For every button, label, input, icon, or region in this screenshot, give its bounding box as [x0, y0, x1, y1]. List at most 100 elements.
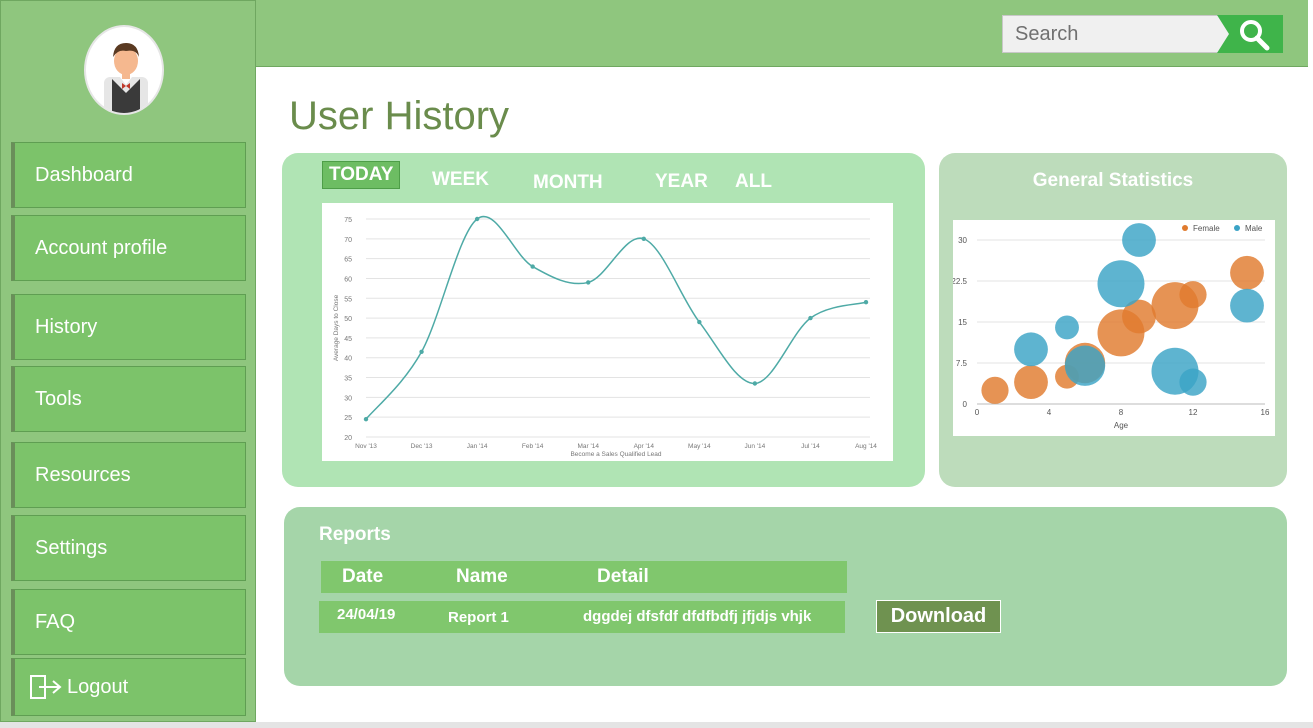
column-header-name: Name	[456, 566, 508, 587]
data-point	[363, 416, 369, 422]
y-axis-label: Average Days to Close	[333, 294, 340, 361]
y-tick-label: 60	[344, 276, 352, 283]
y-tick-label: 35	[344, 376, 352, 383]
bubble-female	[981, 376, 1009, 404]
x-tick-label: 12	[1189, 408, 1198, 417]
x-tick-label: May '14	[688, 443, 711, 450]
y-tick-label: 25	[344, 415, 352, 422]
data-point	[641, 236, 646, 242]
sidebar-item-label: Account profile	[35, 236, 168, 259]
y-tick-label: 45	[344, 336, 352, 343]
x-tick-label: Jun '14	[745, 443, 766, 450]
column-header-date: Date	[342, 566, 384, 587]
bubble-male	[1055, 315, 1079, 340]
x-tick-label: Apr '14	[634, 443, 655, 450]
bottom-strip	[0, 722, 1313, 728]
x-axis-label: Age	[1114, 421, 1129, 430]
y-tick-label: 75	[344, 217, 352, 224]
tab-year[interactable]: YEAR	[649, 169, 714, 195]
legend-label-female: Female	[1193, 224, 1220, 233]
x-tick-label: 16	[1261, 408, 1270, 417]
tab-month[interactable]: MONTH	[527, 170, 609, 196]
bubble-chart: 0 7.5 15 22.5 30 0 4 8 12 16 Age Female Male	[951, 220, 1275, 436]
cell-name: Report 1	[448, 609, 509, 626]
y-tick-label: 65	[344, 257, 352, 264]
general-statistics-panel: General Statistics 0 7.5 15 22.5 30 0 4 8 12 16 Ag…	[939, 153, 1287, 487]
tab-week[interactable]: WEEK	[426, 167, 495, 193]
cell-date: 24/04/19	[337, 606, 396, 623]
sidebar-item-label: Resources	[35, 463, 131, 486]
sidebar-item-label: Dashboard	[35, 163, 133, 186]
data-point	[419, 349, 424, 354]
x-tick-label: Jul '14	[801, 443, 820, 450]
search-icon	[1217, 15, 1283, 53]
sidebar-item-label: Tools	[35, 387, 82, 410]
y-tick-label: 22.5	[953, 277, 968, 286]
sidebar-item-label: History	[35, 315, 98, 338]
line-chart: 20 25 30 35 40 45 50 55 60 65 70 75 Nov '13 Dec '13 Ja…	[322, 203, 893, 461]
x-axis-label: Become a Sales Qualified Lead	[570, 451, 661, 458]
y-tick-label: 70	[344, 237, 352, 244]
sidebar-item-resources[interactable]: Resources	[11, 442, 246, 508]
bubble-female	[1179, 281, 1207, 309]
sidebar-item-history[interactable]: History	[11, 294, 246, 360]
x-tick-label: 0	[975, 408, 980, 417]
page-title: User History	[289, 94, 510, 138]
x-tick-label: Aug '14	[855, 443, 877, 450]
x-tick-label: 8	[1119, 408, 1124, 417]
sidebar-item-label: FAQ	[35, 610, 76, 633]
table-header: Date Name Detail	[321, 561, 847, 593]
x-tick-label: Jan '14	[467, 443, 488, 450]
bubble-male	[1064, 345, 1106, 386]
data-point	[530, 264, 535, 269]
search-input[interactable]	[1003, 16, 1221, 52]
data-point	[863, 300, 869, 305]
sidebar-item-dashboard[interactable]: Dashboard	[11, 142, 246, 208]
avatar-icon	[104, 43, 148, 113]
y-tick-label: 7.5	[956, 359, 968, 368]
tab-all[interactable]: ALL	[729, 169, 778, 195]
bubble-female	[1014, 365, 1048, 400]
sidebar-item-logout[interactable]: Logout	[11, 658, 246, 716]
table-row[interactable]: 24/04/19 Report 1 dggdej dfsfdf dfdfbdfj…	[319, 601, 845, 633]
reports-panel: Reports Date Name Detail 24/04/19 Report…	[284, 507, 1287, 686]
bubble-male	[1230, 288, 1264, 323]
sidebar-item-faq[interactable]: FAQ	[11, 589, 246, 655]
y-tick-label: 30	[958, 236, 967, 245]
download-button[interactable]: Download	[876, 600, 1001, 633]
history-chart-panel: TODAY WEEK MONTH YEAR ALL 20 25 30 35 40 45 50…	[282, 153, 925, 487]
data-point	[752, 381, 758, 386]
column-header-detail: Detail	[597, 566, 649, 587]
sidebar: Dashboard Account profile History Tools …	[0, 0, 256, 722]
bubble-male	[1179, 368, 1207, 396]
bubble-male	[1097, 260, 1145, 308]
sidebar-item-account-profile[interactable]: Account profile	[11, 215, 246, 281]
data-point	[697, 319, 702, 325]
cell-detail: dggdej dfsfdf dfdfbdfj jfjdjs vhjk	[583, 608, 812, 625]
legend-swatch-male	[1234, 225, 1240, 231]
sidebar-item-settings[interactable]: Settings	[11, 515, 246, 581]
tab-today[interactable]: TODAY	[322, 161, 401, 189]
y-tick-label: 55	[344, 296, 352, 303]
bubble-chart-svg: 0 7.5 15 22.5 30 0 4 8 12 16 Age Female Male	[951, 223, 1270, 430]
sidebar-item-tools[interactable]: Tools	[11, 366, 246, 432]
y-tick-label: 0	[963, 400, 968, 409]
sidebar-item-label: Logout	[67, 675, 129, 698]
reports-title: Reports	[319, 524, 391, 545]
legend-label-male: Male	[1245, 224, 1263, 233]
y-tick-label: 15	[958, 318, 967, 327]
y-tick-label: 20	[344, 435, 352, 442]
search-button[interactable]	[1217, 15, 1283, 53]
line-chart-svg: 20 25 30 35 40 45 50 55 60 65 70 75 Nov '13 Dec '13 Ja…	[333, 215, 877, 458]
search-box	[1002, 15, 1283, 53]
bubble-female	[1230, 255, 1264, 290]
y-tick-label: 50	[344, 316, 352, 323]
data-point	[808, 315, 813, 321]
logout-icon	[29, 673, 63, 701]
x-tick-label: Nov '13	[355, 443, 377, 450]
x-tick-label: Dec '13	[411, 443, 433, 450]
x-tick-label: Feb '14	[522, 443, 544, 450]
user-avatar[interactable]	[84, 25, 164, 115]
y-tick-label: 40	[344, 356, 352, 363]
x-tick-label: 4	[1047, 408, 1052, 417]
